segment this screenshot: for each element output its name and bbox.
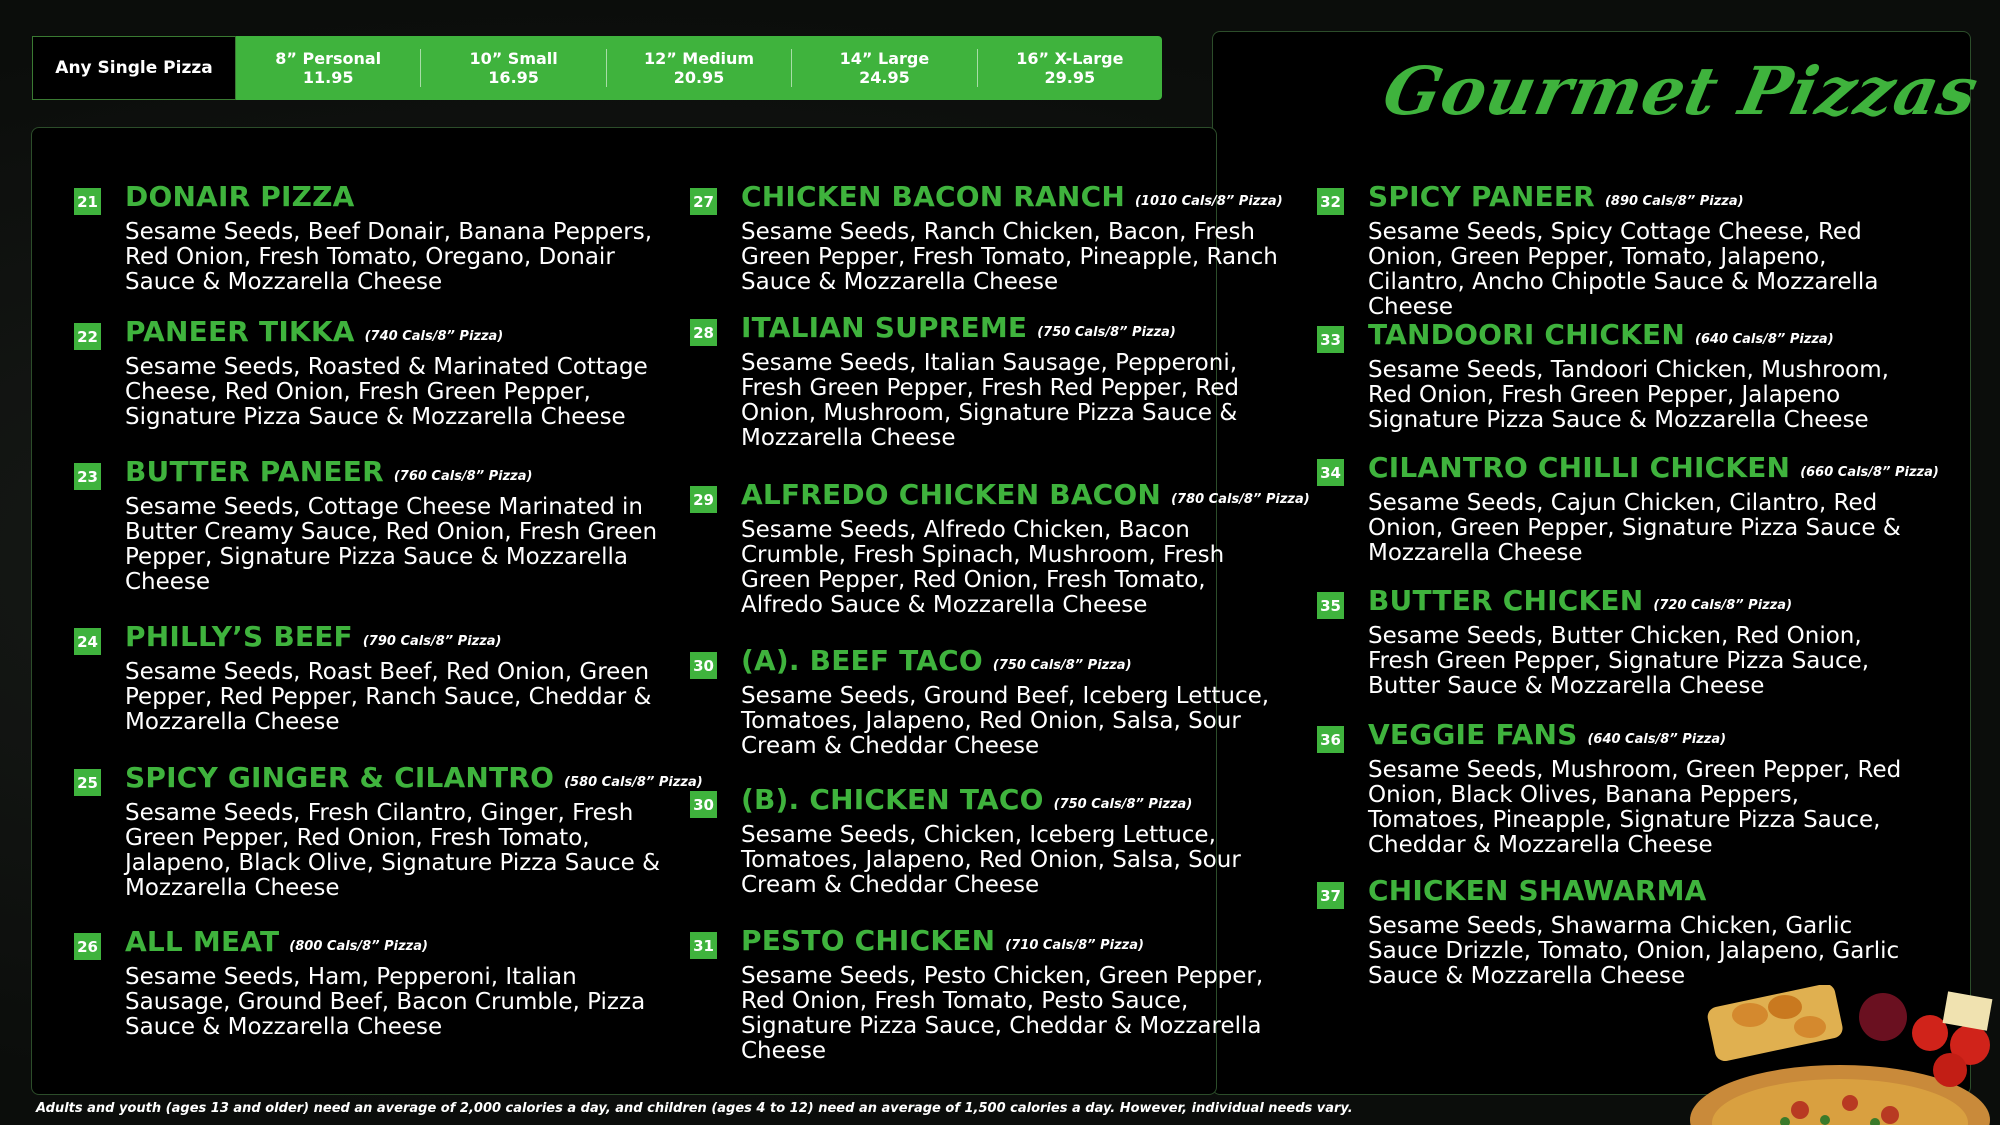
item-calories: (890 Cals/8” Pizza) bbox=[1604, 194, 1744, 209]
item-calories: (660 Cals/8” Pizza) bbox=[1800, 465, 1939, 480]
item-name: CHICKEN BACON RANCH bbox=[741, 180, 1125, 213]
calorie-footnote: Adults and youth (ages 13 and older) nee… bbox=[36, 1101, 1353, 1116]
item-number: 37 bbox=[1317, 882, 1344, 909]
item-number: 24 bbox=[74, 628, 101, 655]
size-list: 8” Personal 11.95 10” Small 16.95 12” Medi… bbox=[236, 36, 1162, 100]
item-calories: (760 Cals/8” Pizza) bbox=[393, 469, 533, 484]
item-heading: PHILLY’S BEEF (790 Cals/8” Pizza) bbox=[125, 620, 502, 653]
item-number: 23 bbox=[74, 463, 101, 490]
item-heading: SPICY GINGER & CILANTRO (580 Cals/8” Pizz… bbox=[125, 761, 703, 794]
item-description: Sesame Seeds, Ham, Pepperoni, Italian Sa… bbox=[125, 964, 646, 1040]
item-calories: (750 Cals/8” Pizza) bbox=[1037, 325, 1176, 340]
item-name: (B). CHICKEN TACO bbox=[741, 783, 1044, 816]
size-personal: 8” Personal 11.95 bbox=[275, 49, 382, 87]
item-number: 22 bbox=[74, 323, 101, 350]
item-description: Sesame Seeds, Beef Donair, Banana Pepper… bbox=[125, 219, 653, 295]
item-number: 26 bbox=[74, 933, 101, 960]
item-heading: TANDOORI CHICKEN (640 Cals/8” Pizza) bbox=[1368, 318, 1834, 351]
item-description: Sesame Seeds, Shawarma Chicken, Garlic S… bbox=[1368, 913, 1900, 989]
item-description: Sesame Seeds, Tandoori Chicken, Mushroom… bbox=[1368, 357, 1889, 433]
item-description: Sesame Seeds, Italian Sausage, Pepperoni… bbox=[741, 350, 1239, 451]
item-description: Sesame Seeds, Ranch Chicken, Bacon, Fres… bbox=[741, 219, 1278, 295]
item-number: 35 bbox=[1317, 592, 1344, 619]
item-number: 25 bbox=[74, 769, 101, 796]
price-bar: Any Single Pizza 8” Personal 11.95 10” Sm… bbox=[32, 36, 1162, 100]
item-calories: (750 Cals/8” Pizza) bbox=[992, 658, 1132, 673]
item-number: 36 bbox=[1317, 726, 1344, 753]
item-description: Sesame Seeds, Ground Beef, Iceberg Lettu… bbox=[741, 683, 1270, 759]
item-description: Sesame Seeds, Cottage Cheese Marinated i… bbox=[125, 494, 658, 595]
item-description: Sesame Seeds, Spicy Cottage Cheese, Red … bbox=[1368, 219, 1879, 320]
item-calories: (1010 Cals/8” Pizza) bbox=[1134, 194, 1283, 209]
item-number: 30 bbox=[690, 652, 717, 679]
item-heading: ITALIAN SUPREME (750 Cals/8” Pizza) bbox=[741, 311, 1176, 344]
item-heading: CILANTRO CHILLI CHICKEN (660 Cals/8” Pizz… bbox=[1368, 451, 1939, 484]
item-name: CILANTRO CHILLI CHICKEN bbox=[1368, 451, 1791, 484]
item-calories: (640 Cals/8” Pizza) bbox=[1695, 332, 1834, 347]
item-calories: (750 Cals/8” Pizza) bbox=[1053, 797, 1193, 812]
item-number: 30 bbox=[690, 791, 717, 818]
item-description: Sesame Seeds, Pesto Chicken, Green Peppe… bbox=[741, 963, 1264, 1064]
item-calories: (720 Cals/8” Pizza) bbox=[1653, 598, 1793, 613]
item-description: Sesame Seeds, Mushroom, Green Pepper, Re… bbox=[1368, 757, 1902, 858]
item-name: TANDOORI CHICKEN bbox=[1368, 318, 1686, 351]
item-description: Sesame Seeds, Butter Chicken, Red Onion,… bbox=[1368, 623, 1870, 699]
item-name: PANEER TIKKA bbox=[125, 315, 355, 348]
item-number: 28 bbox=[690, 319, 717, 346]
item-heading: ALL MEAT (800 Cals/8” Pizza) bbox=[125, 925, 428, 958]
item-number: 34 bbox=[1317, 459, 1344, 486]
item-name: ITALIAN SUPREME bbox=[741, 311, 1028, 344]
item-heading: PANEER TIKKA (740 Cals/8” Pizza) bbox=[125, 315, 503, 348]
item-name: VEGGIE FANS bbox=[1368, 718, 1578, 751]
item-name: ALL MEAT bbox=[125, 925, 280, 958]
item-calories: (740 Cals/8” Pizza) bbox=[364, 329, 504, 344]
item-description: Sesame Seeds, Alfredo Chicken, Bacon Cru… bbox=[741, 517, 1225, 618]
item-heading: VEGGIE FANS (640 Cals/8” Pizza) bbox=[1368, 718, 1726, 751]
item-calories: (580 Cals/8” Pizza) bbox=[564, 775, 703, 790]
item-description: Sesame Seeds, Cajun Chicken, Cilantro, R… bbox=[1368, 490, 1901, 566]
item-heading: CHICKEN SHAWARMA bbox=[1368, 874, 1717, 907]
item-name: DONAIR PIZZA bbox=[125, 180, 355, 213]
item-heading: SPICY PANEER (890 Cals/8” Pizza) bbox=[1368, 180, 1744, 213]
item-heading: (B). CHICKEN TACO (750 Cals/8” Pizza) bbox=[741, 783, 1192, 816]
size-small: 10” Small 16.95 bbox=[420, 49, 605, 87]
item-name: SPICY GINGER & CILANTRO bbox=[125, 761, 555, 794]
item-heading: ALFREDO CHICKEN BACON (780 Cals/8” Pizza) bbox=[741, 478, 1310, 511]
item-heading: CHICKEN BACON RANCH (1010 Cals/8” Pizza) bbox=[741, 180, 1283, 213]
item-name: BUTTER CHICKEN bbox=[1368, 584, 1644, 617]
any-single-pizza-label: Any Single Pizza bbox=[32, 36, 236, 100]
menu-title: Gourmet Pizzas bbox=[1376, 52, 1986, 130]
item-number: 32 bbox=[1317, 188, 1344, 215]
item-heading: BUTTER PANEER (760 Cals/8” Pizza) bbox=[125, 455, 532, 488]
item-number: 27 bbox=[690, 188, 717, 215]
item-name: CHICKEN SHAWARMA bbox=[1368, 874, 1707, 907]
item-calories: (710 Cals/8” Pizza) bbox=[1005, 938, 1144, 953]
item-calories: (800 Cals/8” Pizza) bbox=[289, 939, 428, 954]
item-calories: (640 Cals/8” Pizza) bbox=[1587, 732, 1727, 747]
item-name: BUTTER PANEER bbox=[125, 455, 384, 488]
item-number: 33 bbox=[1317, 326, 1344, 353]
item-heading: PESTO CHICKEN (710 Cals/8” Pizza) bbox=[741, 924, 1144, 957]
item-description: Sesame Seeds, Chicken, Iceberg Lettuce, … bbox=[741, 822, 1241, 898]
item-name: SPICY PANEER bbox=[1368, 180, 1595, 213]
item-description: Sesame Seeds, Fresh Cilantro, Ginger, Fr… bbox=[125, 800, 661, 901]
item-calories: (790 Cals/8” Pizza) bbox=[362, 634, 502, 649]
item-description: Sesame Seeds, Roasted & Marinated Cottag… bbox=[125, 354, 648, 430]
item-name: PESTO CHICKEN bbox=[741, 924, 996, 957]
item-number: 31 bbox=[690, 932, 717, 959]
item-heading: BUTTER CHICKEN (720 Cals/8” Pizza) bbox=[1368, 584, 1792, 617]
item-heading: DONAIR PIZZA bbox=[125, 180, 365, 213]
size-x-large: 16” X-Large 29.95 bbox=[976, 49, 1162, 87]
pizza-food-image bbox=[1690, 985, 1993, 1125]
size-medium: 12” Medium 20.95 bbox=[605, 49, 791, 87]
item-description: Sesame Seeds, Roast Beef, Red Onion, Gre… bbox=[125, 659, 652, 735]
item-name: PHILLY’S BEEF bbox=[125, 620, 353, 653]
item-number: 29 bbox=[690, 486, 717, 513]
item-calories: (780 Cals/8” Pizza) bbox=[1171, 492, 1310, 507]
item-name: ALFREDO CHICKEN BACON bbox=[741, 478, 1162, 511]
item-number: 21 bbox=[74, 188, 101, 215]
item-heading: (A). BEEF TACO (750 Cals/8” Pizza) bbox=[741, 644, 1132, 677]
item-name: (A). BEEF TACO bbox=[741, 644, 983, 677]
size-large: 14” Large 24.95 bbox=[791, 49, 976, 87]
